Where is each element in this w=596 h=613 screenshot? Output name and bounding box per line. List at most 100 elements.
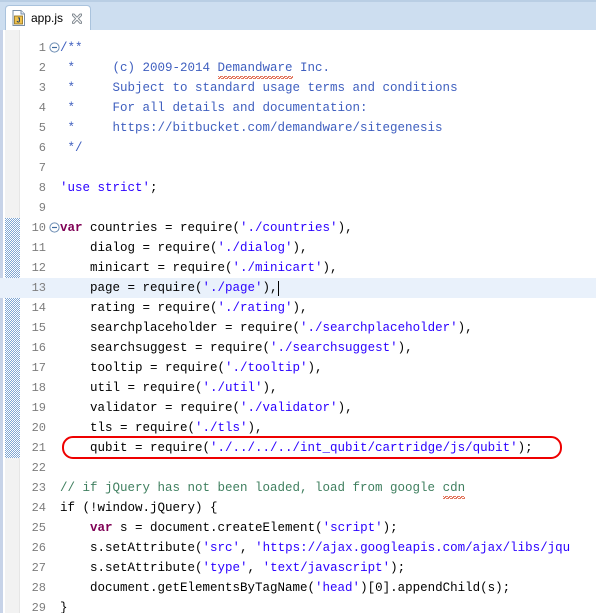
- code-line-text[interactable]: */: [60, 138, 83, 158]
- line-number: 10: [31, 221, 46, 235]
- tab-app-js[interactable]: J app.js: [5, 5, 92, 30]
- code-token: s.setAttribute(: [60, 561, 203, 575]
- text-caret: [278, 281, 280, 296]
- code-token: rating = require(: [60, 301, 218, 315]
- code-token: * For all details and documentation:: [60, 101, 368, 115]
- line-number: 19: [31, 401, 46, 415]
- code-token: './validator': [240, 401, 338, 415]
- code-line-text[interactable]: searchplaceholder = require('./searchpla…: [60, 318, 473, 338]
- code-token: ),: [262, 281, 278, 295]
- code-token: ,: [240, 541, 256, 555]
- code-line-text[interactable]: * https://bitbucket.com/demandware/siteg…: [60, 118, 443, 138]
- fold-collapse-icon[interactable]: [48, 38, 60, 58]
- code-token: 'type': [202, 561, 248, 575]
- spellcheck-word: Demandware: [217, 58, 293, 79]
- code-line-text[interactable]: * For all details and documentation:: [60, 98, 368, 118]
- line-number: 7: [38, 161, 46, 175]
- code-row[interactable]: [0, 38, 596, 58]
- code-token: 'head': [315, 581, 361, 595]
- code-line-text[interactable]: // if jQuery has not been loaded, load f…: [60, 478, 465, 499]
- code-line-text[interactable]: minicart = require('./minicart'),: [60, 258, 338, 278]
- code-token: ),: [337, 221, 353, 235]
- code-line-text[interactable]: }: [60, 598, 68, 613]
- code-token: countries = require(: [82, 221, 241, 235]
- code-line-text[interactable]: searchsuggest = require('./searchsuggest…: [60, 338, 413, 358]
- svg-text:J: J: [17, 18, 21, 25]
- code-row[interactable]: [0, 458, 596, 478]
- code-line-text[interactable]: s.setAttribute('src', 'https://ajax.goog…: [60, 538, 570, 558]
- code-token: /**: [60, 41, 83, 55]
- code-line-text[interactable]: if (!window.jQuery) {: [60, 498, 218, 518]
- code-token: var: [60, 221, 83, 235]
- code-token: ),: [247, 421, 263, 435]
- code-line-text[interactable]: dialog = require('./dialog'),: [60, 238, 308, 258]
- line-number: 5: [38, 121, 46, 135]
- code-token: util = require(: [60, 381, 203, 395]
- code-line-text[interactable]: s.setAttribute('type', 'text/javascript'…: [60, 558, 405, 578]
- code-token: searchplaceholder = require(: [60, 321, 301, 335]
- code-token: validator = require(: [60, 401, 241, 415]
- code-line-text[interactable]: tls = require('./tls'),: [60, 418, 263, 438]
- code-token: './dialog': [217, 241, 293, 255]
- spellcheck-word: cdn: [442, 478, 465, 499]
- code-token: if (!window.jQuery) {: [60, 501, 218, 515]
- editor-tab-bar: J app.js: [0, 0, 596, 32]
- fold-collapse-icon[interactable]: [48, 218, 60, 238]
- code-token: // if jQuery has not been loaded, load f…: [60, 481, 443, 495]
- code-token: './rating': [217, 301, 293, 315]
- code-row[interactable]: [0, 138, 596, 158]
- line-number: 18: [31, 381, 46, 395]
- line-number: 3: [38, 81, 46, 95]
- line-number: 12: [31, 261, 46, 275]
- code-row[interactable]: [0, 598, 596, 613]
- code-token: './tooltip': [225, 361, 308, 375]
- code-line-text[interactable]: qubit = require('./../../../int_qubit/ca…: [60, 438, 533, 458]
- line-number: 17: [31, 361, 46, 375]
- code-token: page = require(: [60, 281, 203, 295]
- code-token: searchsuggest = require(: [60, 341, 271, 355]
- code-line-text[interactable]: /**: [60, 38, 83, 58]
- code-line-text[interactable]: document.getElementsByTagName('head')[0]…: [60, 578, 510, 598]
- code-line-text[interactable]: validator = require('./validator'),: [60, 398, 353, 418]
- code-line-text[interactable]: util = require('./util'),: [60, 378, 278, 398]
- line-number: 23: [31, 481, 46, 495]
- line-number: 2: [38, 61, 46, 75]
- js-file-icon: J: [12, 10, 26, 26]
- code-line-text[interactable]: * Subject to standard usage terms and co…: [60, 78, 458, 98]
- code-token: Inc.: [292, 61, 331, 75]
- code-line-text[interactable]: var s = document.createElement('script')…: [60, 518, 398, 538]
- code-token: ),: [457, 321, 473, 335]
- code-line-text[interactable]: * (c) 2009-2014 Demandware Inc.: [60, 58, 331, 79]
- line-number: 29: [31, 601, 46, 613]
- code-token: ),: [262, 381, 278, 395]
- code-token: * Subject to standard usage terms and co…: [60, 81, 458, 95]
- code-token: );: [517, 441, 533, 455]
- code-token: );: [390, 561, 406, 575]
- line-number: 13: [31, 281, 46, 295]
- code-line-text[interactable]: tooltip = require('./tooltip'),: [60, 358, 323, 378]
- line-number: 11: [31, 241, 46, 255]
- code-token: ),: [322, 261, 338, 275]
- code-line-text[interactable]: rating = require('./rating'),: [60, 298, 308, 318]
- code-token: ),: [337, 401, 353, 415]
- code-editor-window: J app.js 1 /** 2 * (c) 2009-2014 Demandwar…: [0, 0, 596, 613]
- editor-body: 1 /** 2 * (c) 2009-2014 Demandware Inc. 3 *…: [0, 30, 596, 613]
- code-token: }: [60, 601, 68, 613]
- close-icon[interactable]: [71, 12, 83, 24]
- code-token: tooltip = require(: [60, 361, 226, 375]
- code-token: * https://bitbucket.com/demandware/siteg…: [60, 121, 443, 135]
- line-number: 20: [31, 421, 46, 435]
- code-row[interactable]: [0, 158, 596, 178]
- code-line-text[interactable]: page = require('./page'),: [60, 278, 278, 298]
- code-row[interactable]: [0, 198, 596, 218]
- code-line-text[interactable]: var countries = require('./countries'),: [60, 218, 353, 238]
- code-token: './countries': [240, 221, 338, 235]
- line-number: 22: [31, 461, 46, 475]
- line-number: 6: [38, 141, 46, 155]
- code-token: s = document.createElement(: [112, 521, 323, 535]
- code-token: dialog = require(: [60, 241, 218, 255]
- line-number: 4: [38, 101, 46, 115]
- code-line-text[interactable]: 'use strict';: [60, 178, 158, 198]
- code-token: 'script': [322, 521, 383, 535]
